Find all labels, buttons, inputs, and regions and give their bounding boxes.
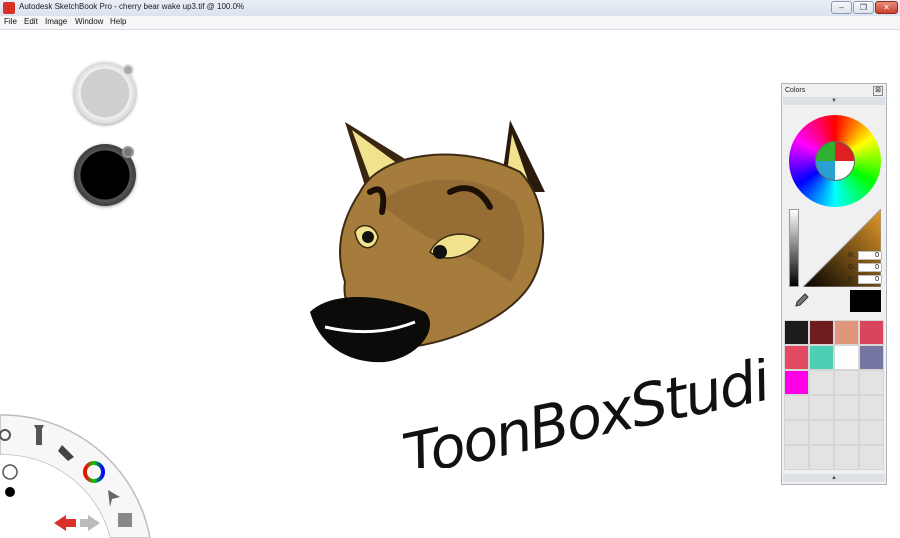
menu-edit[interactable]: Edit xyxy=(24,17,38,26)
brush-size-puck[interactable] xyxy=(74,62,136,124)
b-value[interactable]: 0 xyxy=(858,275,882,284)
canvas-artwork xyxy=(310,120,545,363)
b-label: B: xyxy=(848,276,855,283)
color-wheel[interactable] xyxy=(789,115,881,207)
brush-size-icon xyxy=(2,464,18,480)
color-swatch[interactable] xyxy=(809,345,834,370)
empty-swatch[interactable] xyxy=(784,395,809,420)
empty-swatch[interactable] xyxy=(809,395,834,420)
grayscale-strip[interactable] xyxy=(789,209,799,287)
empty-swatch[interactable] xyxy=(834,370,859,395)
signature-logo: ToonBoxStudio.com xyxy=(397,358,765,468)
brush-color-icon xyxy=(5,487,15,497)
lagoon-toolbar xyxy=(0,414,151,538)
color-wheel-center[interactable] xyxy=(815,141,855,181)
panel-title: Colors xyxy=(785,87,806,94)
puck-handle-icon xyxy=(122,146,134,158)
empty-swatch[interactable] xyxy=(809,370,834,395)
close-button[interactable]: ✕ xyxy=(875,1,898,14)
color-swatch[interactable] xyxy=(859,320,884,345)
menu-help[interactable]: Help xyxy=(110,17,126,26)
color-swatch[interactable] xyxy=(784,370,809,395)
empty-swatch[interactable] xyxy=(859,370,884,395)
color-swatch[interactable] xyxy=(784,320,809,345)
empty-swatch[interactable] xyxy=(784,420,809,445)
empty-swatch[interactable] xyxy=(784,445,809,470)
maximize-button[interactable]: ❐ xyxy=(853,1,874,14)
puck-handle-icon xyxy=(122,64,134,76)
color-swatch[interactable] xyxy=(859,345,884,370)
collapse-arrow-icon[interactable]: ▼ xyxy=(783,97,885,105)
layers-icon xyxy=(118,513,132,527)
empty-swatch[interactable] xyxy=(859,445,884,470)
current-color-swatch xyxy=(850,290,881,312)
title-bar: Autodesk SketchBook Pro - cherry bear wa… xyxy=(0,0,900,17)
r-label: R: xyxy=(848,252,855,259)
empty-swatch[interactable] xyxy=(859,420,884,445)
expand-arrow-icon[interactable]: ▲ xyxy=(783,474,885,482)
color-swatch[interactable] xyxy=(834,345,859,370)
empty-swatch[interactable] xyxy=(834,420,859,445)
colors-panel: Colors ⊠ ▼ R: 0 G: 0 B: 0 ▲ xyxy=(781,83,887,485)
color-puck[interactable] xyxy=(74,144,136,206)
swatch-grid xyxy=(784,320,884,470)
empty-swatch[interactable] xyxy=(859,395,884,420)
empty-swatch[interactable] xyxy=(809,420,834,445)
empty-swatch[interactable] xyxy=(834,395,859,420)
app-icon xyxy=(3,2,15,14)
menu-window[interactable]: Window xyxy=(75,17,103,26)
eyedropper-icon[interactable] xyxy=(792,292,810,310)
empty-swatch[interactable] xyxy=(809,445,834,470)
menu-bar: File Edit Image Window Help xyxy=(0,16,900,30)
empty-swatch[interactable] xyxy=(834,445,859,470)
menu-image[interactable]: Image xyxy=(45,17,67,26)
g-label: G: xyxy=(848,264,856,271)
minimize-button[interactable]: – xyxy=(831,1,852,14)
signature-text: ToonBoxStudio.com xyxy=(397,358,765,468)
g-value[interactable]: 0 xyxy=(858,263,882,272)
panel-close-icon[interactable]: ⊠ xyxy=(873,86,883,96)
color-swatch[interactable] xyxy=(809,320,834,345)
menu-file[interactable]: File xyxy=(4,17,17,26)
r-value[interactable]: 0 xyxy=(858,251,882,260)
color-swatch[interactable] xyxy=(834,320,859,345)
color-swatch[interactable] xyxy=(784,345,809,370)
window-title: Autodesk SketchBook Pro - cherry bear wa… xyxy=(19,2,245,11)
